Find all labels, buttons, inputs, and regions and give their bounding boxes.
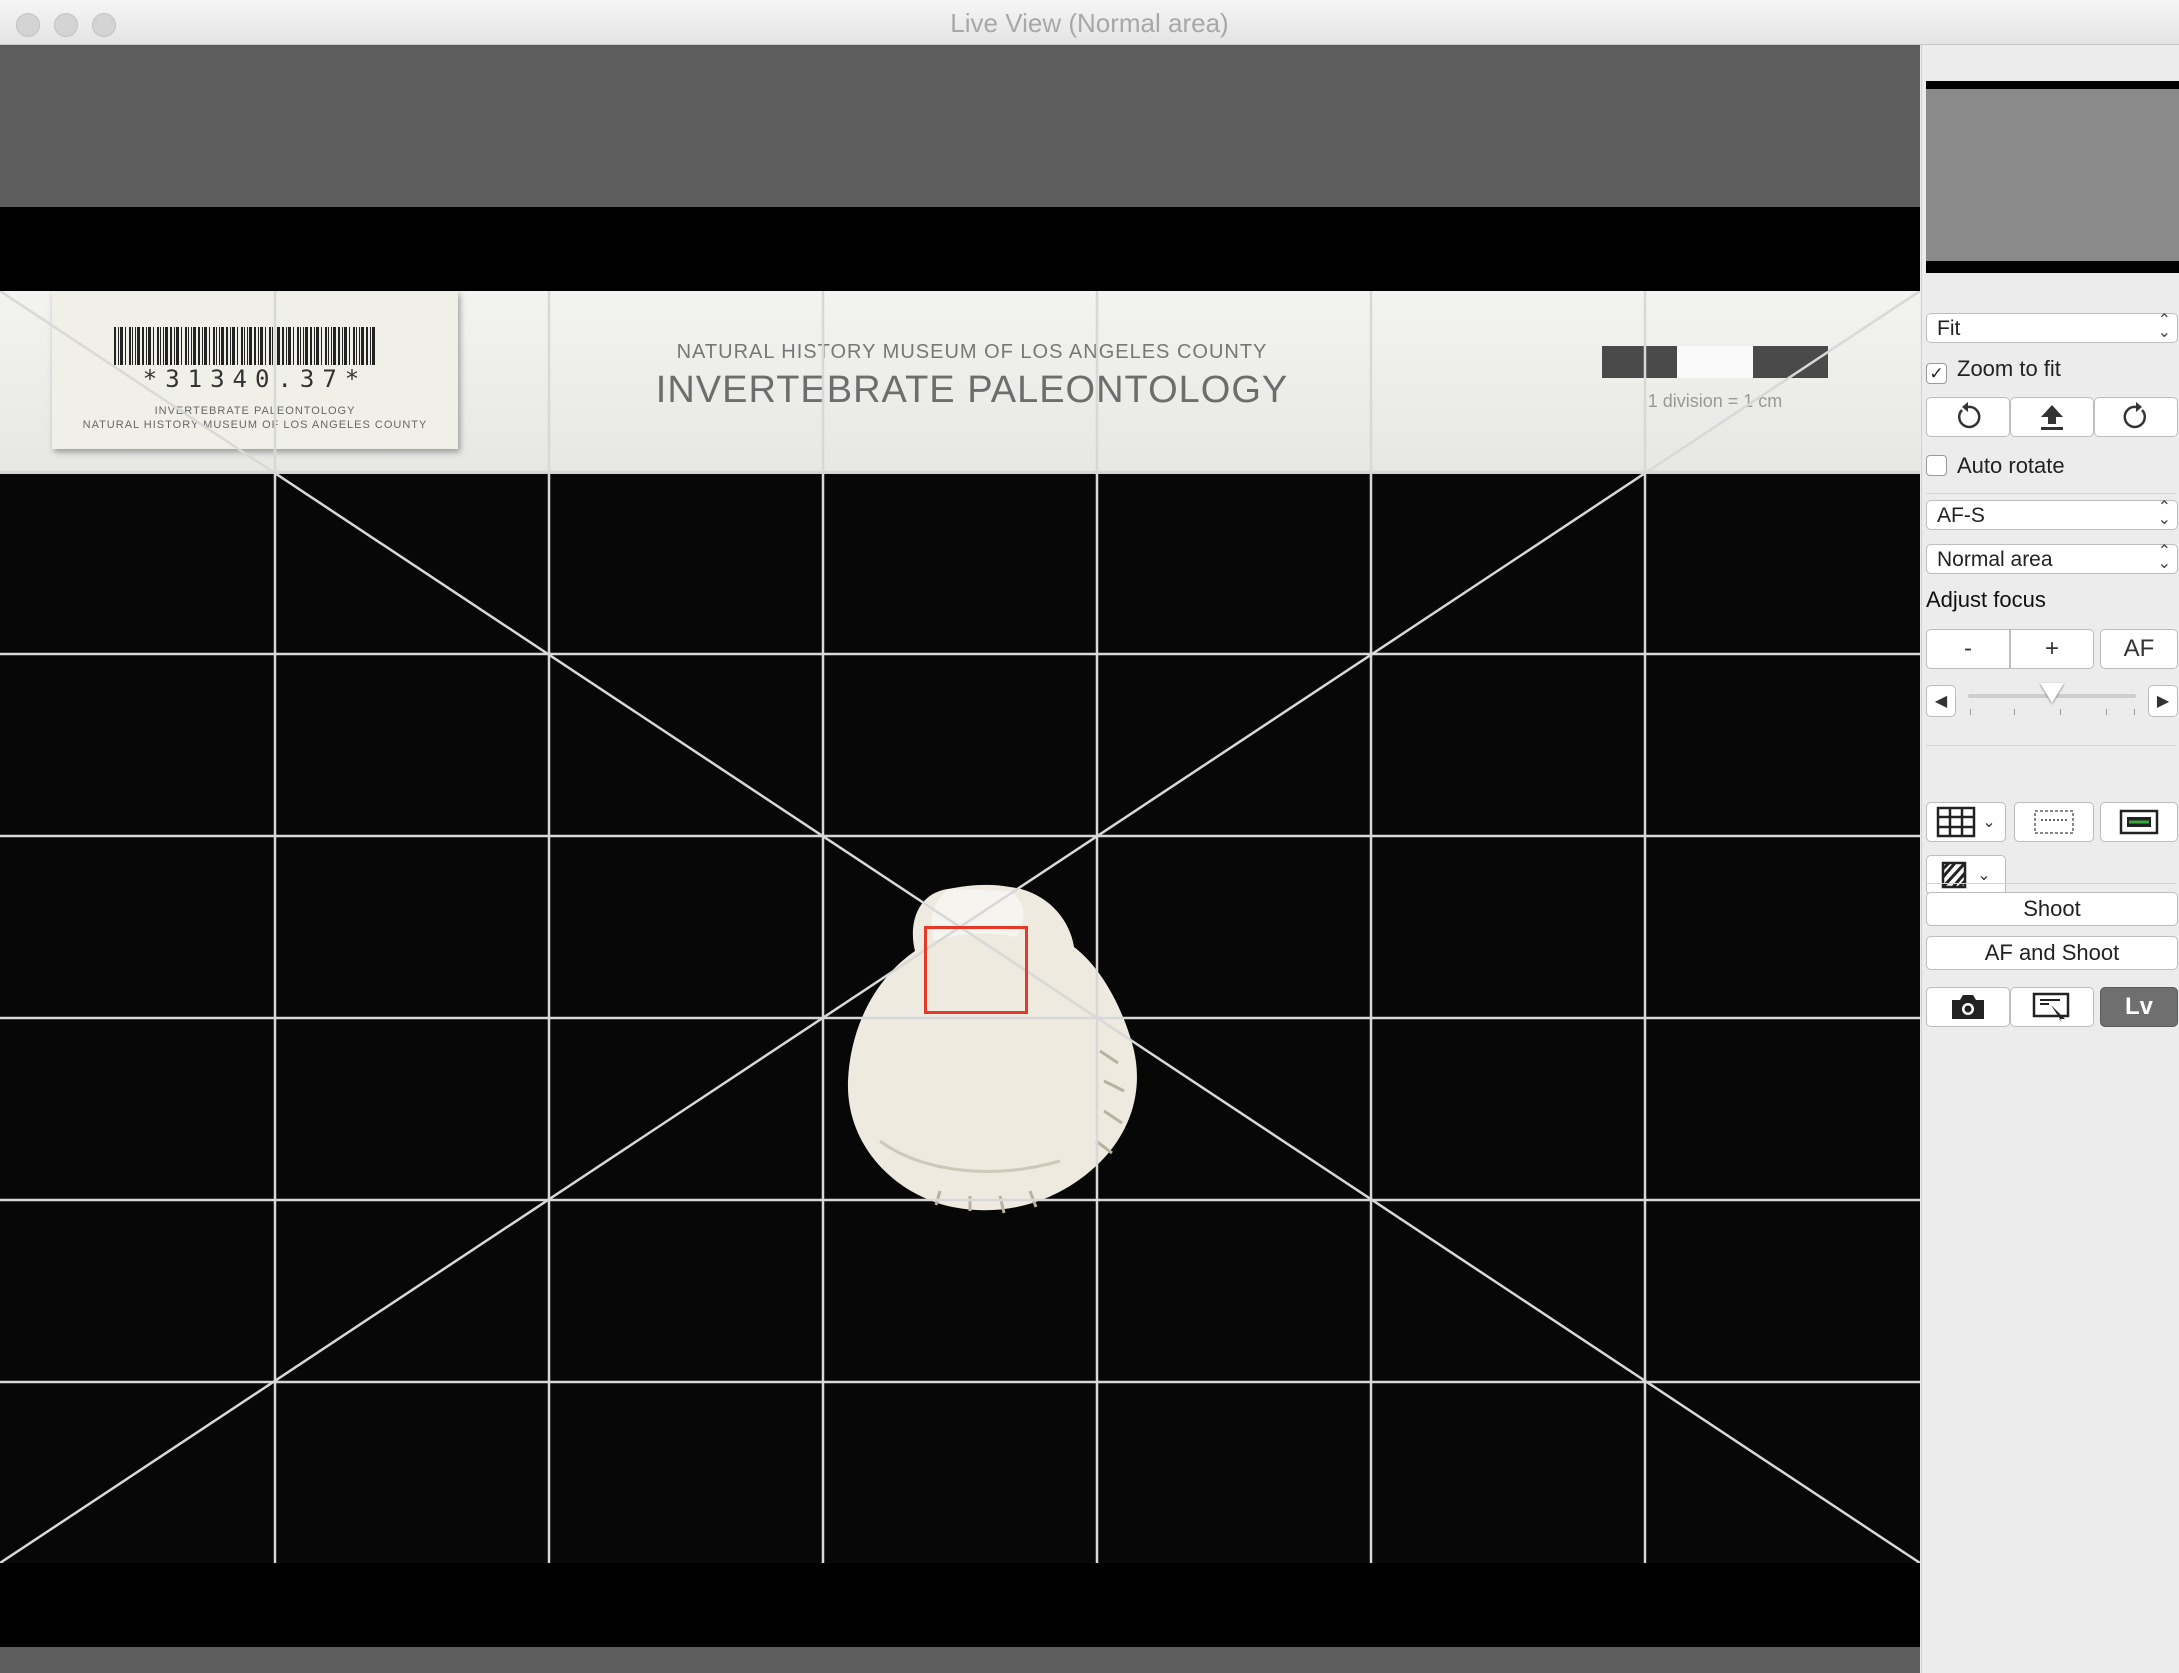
divider: [1926, 883, 2176, 884]
camera-icon: [1952, 995, 1984, 1019]
zoom-to-fit-checkbox[interactable]: ✓ Zoom to fit: [1926, 356, 2061, 384]
control-panel: Fit ⌃ ⌄ ✓ Zoom to fit Auto rotate AF-S ⌃ ⌄ …: [1921, 45, 2179, 1673]
auto-rotate-label: Auto rotate: [1957, 453, 2065, 478]
focus-slider-thumb[interactable]: [2040, 683, 2064, 703]
exposure-simulation-icon: [1942, 861, 1967, 889]
af-focus-frame[interactable]: [924, 926, 1028, 1014]
zoom-select[interactable]: Fit ⌃ ⌄: [1926, 313, 2178, 343]
af-mode-select[interactable]: AF-S ⌃ ⌄: [1926, 500, 2178, 530]
rotate-right-button[interactable]: [2094, 397, 2178, 437]
adjust-focus-label: Adjust focus: [1926, 587, 2046, 612]
screen-icon: [2032, 992, 2070, 1022]
updown-chevron-icon: ⌃ ⌄: [2157, 312, 2171, 341]
af-mode-value: AF-S: [1937, 504, 1985, 527]
letterbox-top: [0, 207, 1920, 291]
triangle-left-icon: ◀: [1934, 693, 1948, 710]
af-area-value: Normal area: [1937, 548, 2053, 571]
checkmark-icon: ✓: [1926, 363, 1947, 384]
focus-peaking-icon: [2034, 810, 2074, 834]
rotate-right-icon: [2123, 402, 2147, 429]
live-view-image[interactable]: *31340.37* INVERTEBRATE PALEONTOLOGY NAT…: [0, 291, 1920, 1563]
chevron-down-icon: ⌄: [1982, 814, 1996, 831]
af-area-select[interactable]: Normal area ⌃ ⌄: [1926, 544, 2178, 574]
focus-step-right-button[interactable]: ▶: [2148, 685, 2178, 717]
af-and-shoot-button[interactable]: AF and Shoot: [1926, 936, 2178, 970]
updown-chevron-icon: ⌃ ⌄: [2157, 499, 2171, 528]
title-bar: Live View (Normal area): [0, 0, 2179, 45]
upload-button[interactable]: [2010, 397, 2094, 437]
focus-peaking-button[interactable]: [2014, 802, 2094, 842]
focus-af-button[interactable]: AF: [2100, 629, 2178, 669]
shoot-button[interactable]: Shoot: [1926, 892, 2178, 926]
divider: [1926, 745, 2176, 746]
letterbox-bottom: [0, 1563, 1920, 1647]
divider: [1926, 493, 2176, 494]
overlay-button[interactable]: [2100, 802, 2178, 842]
auto-rotate-checkbox[interactable]: Auto rotate: [1926, 453, 2065, 479]
updown-chevron-icon: ⌃ ⌄: [2157, 543, 2171, 572]
camera-button[interactable]: [1926, 987, 2010, 1027]
screen-button[interactable]: [2010, 987, 2094, 1027]
preview-thumbnail[interactable]: [1926, 81, 2179, 273]
rotate-left-button[interactable]: [1926, 397, 2010, 437]
zoom-to-fit-label: Zoom to fit: [1957, 356, 2061, 381]
triangle-right-icon: ▶: [2156, 693, 2170, 710]
exposure-simulation-button[interactable]: ⌄: [1926, 855, 2006, 895]
chevron-down-icon: ⌄: [1977, 867, 1991, 884]
live-view-toggle-button[interactable]: Lv: [2100, 987, 2178, 1027]
grid-icon: [1937, 806, 1976, 838]
focus-step-left-button[interactable]: ◀: [1926, 685, 1956, 717]
window-title: Live View (Normal area): [950, 8, 1229, 38]
rotate-left-icon: [1957, 402, 1981, 429]
grid-overlay-button[interactable]: ⌄: [1926, 802, 2006, 842]
focus-minus-button[interactable]: -: [1926, 629, 2010, 669]
zoom-select-value: Fit: [1937, 317, 1961, 340]
overlay-icon: [2119, 809, 2159, 835]
live-view-area[interactable]: *31340.37* INVERTEBRATE PALEONTOLOGY NAT…: [0, 45, 1920, 1673]
upload-icon: [2041, 405, 2063, 430]
focus-plus-button[interactable]: +: [2010, 629, 2094, 669]
